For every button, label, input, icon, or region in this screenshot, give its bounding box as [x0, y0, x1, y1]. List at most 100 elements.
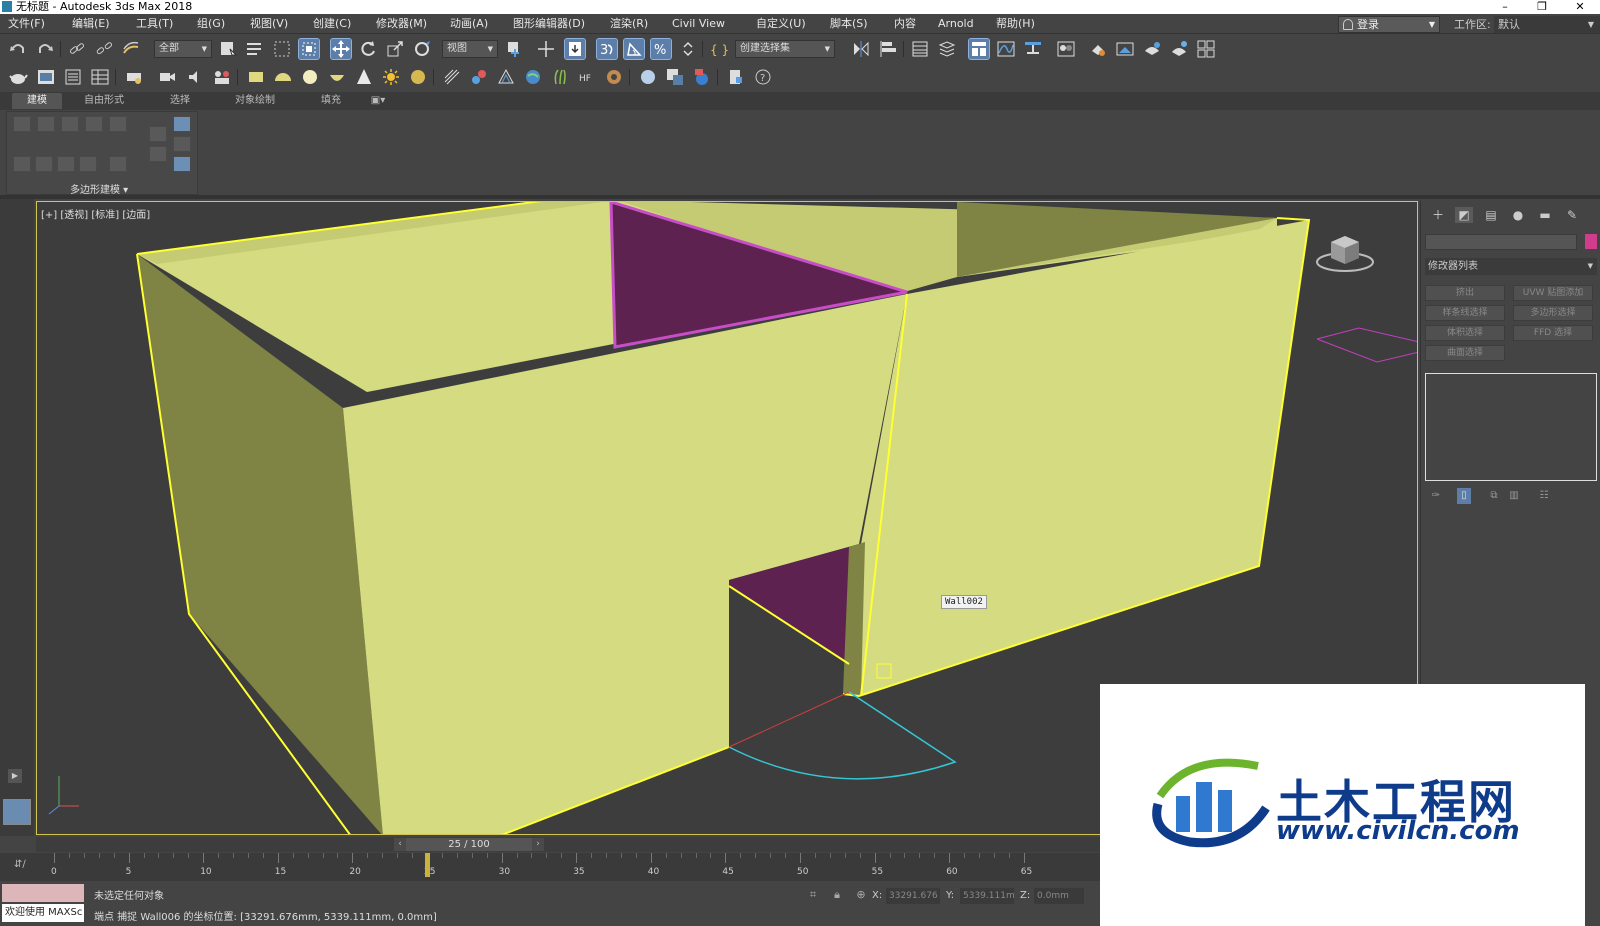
modifier-button-uvw-map[interactable]: UVW 贴图添加: [1513, 285, 1593, 301]
scene-explorer-icon[interactable]: [910, 39, 930, 59]
viewport-layout-icon[interactable]: [36, 67, 56, 87]
selection-filter-select[interactable]: 全部 ▼: [154, 40, 212, 58]
display-icon[interactable]: ▬: [1536, 207, 1554, 223]
create-icon[interactable]: ＋: [1429, 207, 1447, 223]
maxscript-listener-input[interactable]: [2, 884, 84, 902]
bind-space-warp-icon[interactable]: [121, 39, 141, 59]
ribbon-tool-button[interactable]: [37, 116, 55, 132]
tab-object-paint[interactable]: 对象绘制: [222, 93, 288, 109]
remove-modifier-icon[interactable]: ▥: [1507, 488, 1521, 504]
expand-arrow-icon[interactable]: ▶: [8, 769, 22, 783]
particle-icon[interactable]: [442, 67, 462, 87]
plane-primitive-icon[interactable]: [246, 67, 266, 87]
ribbon-tool-button[interactable]: [61, 116, 79, 132]
restore-button[interactable]: ❐: [1527, 0, 1557, 14]
menu-tools[interactable]: 工具(T): [136, 14, 173, 34]
hair-icon[interactable]: [550, 67, 570, 87]
render-setup-icon[interactable]: [1088, 39, 1108, 59]
unlink-icon[interactable]: [94, 39, 114, 59]
menu-customize[interactable]: 自定义(U): [756, 14, 806, 34]
angle-snap-icon[interactable]: [623, 38, 645, 60]
selection-lock-icon[interactable]: 🔒︎: [830, 888, 844, 902]
ribbon-tool-button[interactable]: [173, 116, 191, 132]
menu-file[interactable]: 文件(F): [8, 14, 45, 34]
render-in-cloud-icon[interactable]: [1169, 39, 1189, 59]
next-frame-button[interactable]: ›: [532, 838, 544, 851]
tab-modeling[interactable]: 建模: [12, 93, 62, 109]
camera-sequencer-icon[interactable]: [158, 67, 178, 87]
material-editor-icon[interactable]: [1056, 39, 1076, 59]
list-view-icon[interactable]: [63, 67, 83, 87]
x-coordinate-field[interactable]: 33291.676: [886, 888, 940, 904]
ribbon-tool-button[interactable]: [13, 156, 31, 172]
select-by-name-icon[interactable]: [245, 39, 265, 59]
keyboard-shortcut-override-icon[interactable]: [564, 38, 586, 60]
workspace-select[interactable]: 默认 ▼: [1494, 16, 1600, 33]
ribbon-tool-button[interactable]: [13, 116, 31, 132]
y-coordinate-field[interactable]: 5339.111m: [960, 888, 1015, 904]
sphere-primitive-icon[interactable]: [300, 67, 320, 87]
menu-animation[interactable]: 动画(A): [450, 14, 488, 34]
track-bar[interactable]: ⇵∕ 05101520253035404550556065: [0, 853, 1100, 881]
hierarchy-icon[interactable]: ▤: [1482, 207, 1500, 223]
tab-freeform[interactable]: 自由形式: [76, 93, 132, 109]
menu-view[interactable]: 视图(V): [250, 14, 288, 34]
schematic-view-icon[interactable]: [1023, 39, 1043, 59]
select-and-rotate-icon[interactable]: [358, 39, 378, 59]
modifier-list-dropdown[interactable]: 修改器列表 ▼: [1425, 258, 1597, 275]
object-color-swatch[interactable]: [1585, 234, 1597, 249]
edit-named-selection-icon[interactable]: { }: [708, 39, 729, 59]
bowl-icon[interactable]: [327, 67, 347, 87]
select-and-scale-icon[interactable]: [385, 39, 405, 59]
curve-editor-icon[interactable]: [996, 39, 1016, 59]
render-gallery-icon[interactable]: [1196, 39, 1216, 59]
isolate-selection-icon[interactable]: ⌗: [806, 888, 820, 902]
menu-civil-view[interactable]: Civil View: [672, 14, 725, 34]
render-region-icon[interactable]: [665, 67, 685, 87]
pivot-center-icon[interactable]: [505, 39, 525, 59]
ribbon-tool-button[interactable]: [85, 116, 103, 132]
ribbon-tool-button[interactable]: [109, 116, 127, 132]
modifier-button-poly-select[interactable]: 多边形选择: [1513, 305, 1593, 321]
snaps-toggle-icon[interactable]: 3: [596, 38, 618, 60]
grid-view-icon[interactable]: [90, 67, 110, 87]
tab-populate[interactable]: 填充: [306, 93, 356, 109]
ribbon-tool-button[interactable]: [149, 146, 167, 162]
viewcube-icon[interactable]: [1315, 228, 1375, 274]
select-and-move-icon[interactable]: [330, 38, 352, 60]
ribbon-tool-button[interactable]: [173, 156, 191, 172]
menu-rendering[interactable]: 渲染(R): [610, 14, 648, 34]
rectangular-selection-icon[interactable]: [272, 39, 292, 59]
track-bar-toggle-icon[interactable]: ⇵∕: [14, 859, 26, 870]
viewport-thumbnail[interactable]: [3, 799, 31, 825]
ribbon-tool-button[interactable]: [173, 136, 191, 152]
reference-coordinate-select[interactable]: 视图 ▼: [442, 40, 498, 58]
physics-icon[interactable]: [469, 67, 489, 87]
hair-fur-icon[interactable]: HF: [577, 67, 597, 87]
pin-stack-icon[interactable]: ✑: [1429, 488, 1443, 504]
mirror-icon[interactable]: [851, 39, 871, 59]
playhead[interactable]: [425, 853, 430, 877]
globe-icon[interactable]: [523, 67, 543, 87]
ribbon-tool-button[interactable]: [35, 156, 53, 172]
modifier-button-surface-select[interactable]: 曲面选择: [1425, 345, 1505, 361]
select-object-icon[interactable]: [218, 39, 238, 59]
spinner-snap-icon[interactable]: [678, 39, 698, 59]
maxscript-mini-listener[interactable]: 欢迎使用 MAXSc: [2, 904, 84, 922]
render-production-icon[interactable]: [1142, 39, 1162, 59]
menu-group[interactable]: 组(G): [197, 14, 225, 34]
percent-snap-icon[interactable]: %: [650, 38, 672, 60]
utilities-icon[interactable]: ✎: [1563, 207, 1581, 223]
ribbon-options-icon[interactable]: ▣▾: [366, 93, 390, 109]
close-button[interactable]: ✕: [1565, 0, 1595, 14]
modifier-stack[interactable]: [1425, 373, 1597, 481]
tab-selection[interactable]: 选择: [152, 93, 208, 109]
menu-arnold[interactable]: Arnold: [938, 14, 974, 34]
audio-icon[interactable]: [185, 67, 205, 87]
render-effects-icon[interactable]: [692, 67, 712, 87]
motion-icon[interactable]: ●: [1509, 207, 1527, 223]
window-crossing-icon[interactable]: [298, 38, 320, 60]
modifier-button-extrude[interactable]: 挤出: [1425, 285, 1505, 301]
polygon-modeling-label[interactable]: 多边形建模 ▾: [70, 181, 128, 196]
modify-icon[interactable]: ◩: [1455, 207, 1473, 223]
